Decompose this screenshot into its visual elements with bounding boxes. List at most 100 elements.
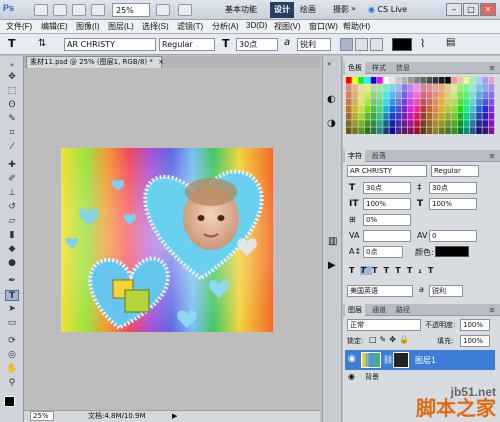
swatch-cell[interactable] <box>439 84 445 91</box>
document-tab-active[interactable]: 素材11.psd @ 25% (图层1, RGB/8) * × <box>26 56 164 68</box>
swatch-cell[interactable] <box>370 84 377 91</box>
swatch-cell[interactable] <box>426 77 433 84</box>
swatch-cell[interactable] <box>364 84 371 91</box>
swatch-cell[interactable] <box>358 113 364 120</box>
marquee-tool-icon[interactable]: ⬚ <box>5 86 19 97</box>
swatch-cell[interactable] <box>476 77 482 84</box>
swatch-cell[interactable] <box>383 84 389 91</box>
swatch-cell[interactable] <box>389 105 395 113</box>
blend-mode-select[interactable]: 正常 <box>347 319 421 331</box>
swatch-cell[interactable] <box>383 77 389 84</box>
zoom-view-icon[interactable] <box>91 4 105 16</box>
swatch-cell[interactable] <box>370 91 377 98</box>
char-language[interactable]: 美国英语 <box>347 285 413 297</box>
swatch-cell[interactable] <box>445 105 451 113</box>
swatch-cell[interactable] <box>370 105 377 113</box>
swatch-cell[interactable] <box>432 91 439 98</box>
swatch-cell[interactable] <box>395 113 402 120</box>
font-style-select[interactable]: Regular <box>159 38 215 51</box>
swatch-cell[interactable] <box>426 120 433 127</box>
swatch-cell[interactable] <box>358 105 364 113</box>
swatch-cell[interactable] <box>364 105 371 113</box>
swatch-cell[interactable] <box>463 120 470 127</box>
swatch-cell[interactable] <box>364 91 371 98</box>
swatch-cell[interactable] <box>408 84 414 91</box>
swatch-cell[interactable] <box>482 98 488 106</box>
swatch-cell[interactable] <box>470 105 476 113</box>
mini-bridge-icon[interactable] <box>53 4 67 16</box>
swatch-cell[interactable] <box>488 98 495 106</box>
history-panel-icon[interactable]: ▥ <box>328 236 337 247</box>
swatch-cell[interactable] <box>476 127 482 134</box>
swatch-cell[interactable] <box>370 77 377 84</box>
swatch-cell[interactable] <box>401 98 408 106</box>
swatch-cell[interactable] <box>420 91 426 98</box>
swatch-cell[interactable] <box>476 91 482 98</box>
swatch-cell[interactable] <box>439 91 445 98</box>
path-selection-tool-icon[interactable]: ➤ <box>5 304 19 315</box>
swatch-cell[interactable] <box>420 98 426 106</box>
layer-visibility-icon[interactable]: ◉ <box>348 354 356 364</box>
lasso-tool-icon[interactable]: ʘ <box>5 100 19 111</box>
swatch-cell[interactable] <box>445 127 451 134</box>
swatch-cell[interactable] <box>470 77 476 84</box>
swatch-cell[interactable] <box>389 120 395 127</box>
zoom-level-select[interactable]: 25% <box>112 3 150 17</box>
bridge-icon[interactable] <box>34 4 48 16</box>
swatch-cell[interactable] <box>346 84 352 91</box>
swatch-cell[interactable] <box>389 98 395 106</box>
swatch-cell[interactable] <box>463 77 470 84</box>
swatch-cell[interactable] <box>426 91 433 98</box>
swatch-cell[interactable] <box>358 84 364 91</box>
swatch-cell[interactable] <box>370 120 377 127</box>
swatch-cell[interactable] <box>358 77 364 84</box>
color-panel-icon[interactable]: ◐ <box>327 94 336 105</box>
swatch-cell[interactable] <box>408 113 414 120</box>
swatch-cell[interactable] <box>346 77 352 84</box>
swatch-cell[interactable] <box>395 91 402 98</box>
swatch-cell[interactable] <box>463 91 470 98</box>
swatch-cell[interactable] <box>482 91 488 98</box>
tab-info[interactable]: 信息 <box>393 62 413 74</box>
warp-text-icon[interactable]: ⌇ <box>420 37 425 50</box>
swatch-cell[interactable] <box>364 98 371 106</box>
char-baseline-shift[interactable]: 0点 <box>363 246 403 258</box>
swatch-cell[interactable] <box>420 113 426 120</box>
swatch-cell[interactable] <box>457 77 464 84</box>
swatch-cell[interactable] <box>426 127 433 134</box>
swatch-cell[interactable] <box>358 98 364 106</box>
swatch-cell[interactable] <box>383 113 389 120</box>
swatch-cell[interactable] <box>470 120 476 127</box>
align-right-button[interactable] <box>370 38 383 51</box>
swatch-cell[interactable] <box>457 91 464 98</box>
lock-icons[interactable]: □✎✥🔒 <box>369 335 412 344</box>
swatch-cell[interactable] <box>445 84 451 91</box>
swatch-cell[interactable] <box>352 105 358 113</box>
minimize-button[interactable]: – <box>446 3 462 16</box>
tab-channels[interactable]: 通道 <box>369 304 389 316</box>
swatch-cell[interactable] <box>451 77 457 84</box>
char-leading[interactable]: 30点 <box>429 182 477 194</box>
swatch-cell[interactable] <box>476 84 482 91</box>
swatch-cell[interactable] <box>432 127 439 134</box>
swatch-cell[interactable] <box>488 120 495 127</box>
swatch-cell[interactable] <box>457 98 464 106</box>
swatch-cell[interactable] <box>383 120 389 127</box>
swatch-cell[interactable] <box>377 91 383 98</box>
swatch-cell[interactable] <box>414 98 420 106</box>
document-tab-2[interactable] <box>162 56 222 68</box>
adjustments-panel-icon[interactable]: ◑ <box>327 118 336 129</box>
swatch-cell[interactable] <box>408 105 414 113</box>
swatch-cell[interactable] <box>370 127 377 134</box>
swatch-cell[interactable] <box>377 84 383 91</box>
swatch-cell[interactable] <box>439 98 445 106</box>
swatch-cell[interactable] <box>451 84 457 91</box>
swatch-cell[interactable] <box>408 91 414 98</box>
swatch-cell[interactable] <box>420 77 426 84</box>
workspace-design[interactable]: 设计 <box>270 2 294 18</box>
workspace-more-button[interactable]: » <box>351 4 356 13</box>
background-visibility-icon[interactable]: ◉ <box>348 372 355 381</box>
swatch-cell[interactable] <box>401 84 408 91</box>
char-kerning[interactable] <box>363 230 411 242</box>
char-tracking[interactable]: 0 <box>429 230 477 242</box>
